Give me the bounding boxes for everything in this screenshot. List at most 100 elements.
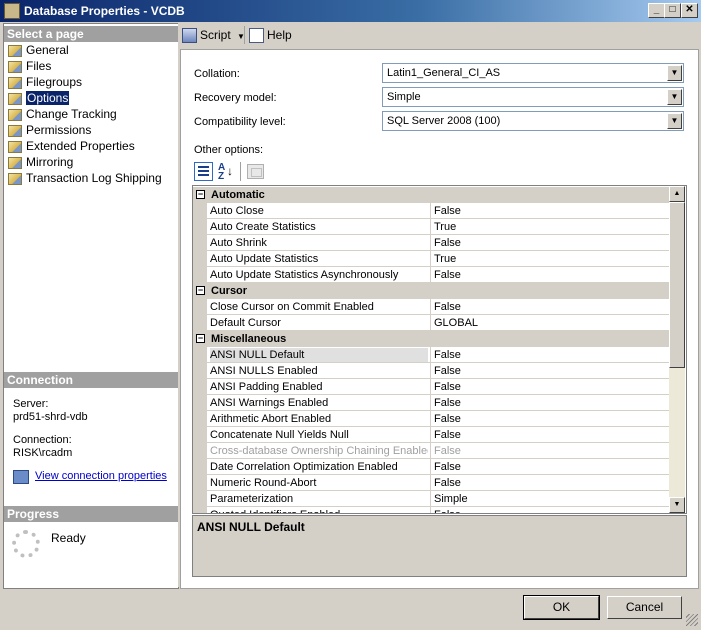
property-value[interactable]: True [434,252,456,266]
property-row[interactable]: Auto Update Statistics True [193,251,669,267]
page-item-options[interactable]: Options [8,90,70,106]
chevron-down-icon[interactable]: ▼ [667,65,682,81]
page-item-mirroring[interactable]: Mirroring [8,154,73,170]
close-button[interactable]: ✕ [681,3,698,18]
collapse-icon[interactable]: − [196,286,205,295]
page-item-label: Permissions [26,123,92,137]
chevron-down-icon[interactable]: ▼ [667,89,682,105]
connection-header: Connection [4,372,178,388]
property-value[interactable]: False [434,396,461,410]
categorized-icon [198,166,209,177]
window-title: Database Properties - VCDB [24,4,185,18]
page-item-label: General [26,43,69,57]
property-value[interactable]: False [434,460,461,474]
progress-spinner-icon [12,530,40,558]
property-row[interactable]: ANSI NULL Default False [193,347,669,363]
property-value[interactable]: False [434,236,461,250]
property-value[interactable]: False [434,508,461,513]
property-row[interactable]: Auto Close False [193,203,669,219]
property-row[interactable]: Cross-database Ownership Chaining Enable… [193,443,669,459]
page-item-filegroups[interactable]: Filegroups [8,74,82,90]
property-row[interactable]: Numeric Round-Abort False [193,475,669,491]
view-connection-properties-link[interactable]: View connection properties [35,470,167,483]
scroll-up-icon[interactable]: ▲ [669,186,685,202]
column-divider [430,203,431,219]
collation-value: Latin1_General_CI_AS [387,67,501,79]
property-value[interactable]: False [434,380,461,394]
page-icon [8,44,22,57]
category-automatic[interactable]: − Automatic [193,187,669,203]
connection-value: RISK\rcadm [13,447,73,459]
script-button[interactable]: Script ▼ [182,28,245,44]
row-gutter [193,507,207,513]
property-value[interactable]: False [434,300,461,314]
property-name: Date Correlation Optimization Enabled [210,461,398,473]
property-row[interactable]: Auto Create Statistics True [193,219,669,235]
select-page-header: Select a page [4,26,178,42]
property-row[interactable]: ANSI Padding Enabled False [193,379,669,395]
property-value[interactable]: False [434,204,461,218]
recovery-model-select[interactable]: Simple ▼ [382,87,684,107]
property-row[interactable]: Auto Update Statistics Asynchronously Fal… [193,267,669,283]
compatibility-level-value: SQL Server 2008 (100) [387,115,501,127]
property-value[interactable]: GLOBAL [434,316,478,330]
toolbar-separator [244,26,245,44]
property-row[interactable]: Auto Shrink False [193,235,669,251]
resize-grip-icon[interactable] [686,614,698,626]
page-icon [8,140,22,153]
collapse-icon[interactable]: − [196,190,205,199]
category-cursor[interactable]: − Cursor [193,283,669,299]
category-name: Automatic [211,189,265,201]
property-name: ANSI NULL Default [210,348,428,362]
column-divider [430,267,431,283]
ok-button[interactable]: OK [523,595,600,620]
collation-select[interactable]: Latin1_General_CI_AS ▼ [382,63,684,83]
categorized-view-button[interactable] [194,162,213,181]
property-row[interactable]: Close Cursor on Commit Enabled False [193,299,669,315]
property-row[interactable]: Quoted Identifiers Enabled False [193,507,669,513]
property-row[interactable]: Parameterization Simple [193,491,669,507]
scroll-thumb[interactable] [669,202,685,368]
property-value[interactable]: False [434,364,461,378]
property-name: Auto Update Statistics [210,253,319,265]
property-row[interactable]: Arithmetic Abort Enabled False [193,411,669,427]
property-row[interactable]: Concatenate Null Yields Null False [193,427,669,443]
property-row[interactable]: ANSI Warnings Enabled False [193,395,669,411]
property-value[interactable]: False [434,476,461,490]
property-value[interactable]: True [434,220,456,234]
compatibility-level-select[interactable]: SQL Server 2008 (100) ▼ [382,111,684,131]
property-value[interactable]: False [434,428,461,442]
page-item-extended-properties[interactable]: Extended Properties [8,138,135,154]
help-button[interactable]: Help [249,28,292,44]
property-value[interactable]: False [434,348,461,362]
alphabetical-sort-button[interactable]: AZ ↓ [216,162,235,182]
property-value[interactable]: False [434,444,461,458]
page-item-change-tracking[interactable]: Change Tracking [8,106,117,122]
property-value[interactable]: False [434,268,461,282]
property-row[interactable]: Date Correlation Optimization Enabled Fal… [193,459,669,475]
cancel-button[interactable]: Cancel [607,596,682,619]
property-row[interactable]: Default Cursor GLOBAL [193,315,669,331]
category-miscellaneous[interactable]: − Miscellaneous [193,331,669,347]
property-name: Parameterization [210,493,294,505]
minimize-button[interactable]: _ [648,3,665,18]
collapse-icon[interactable]: − [196,334,205,343]
page-icon [8,156,22,169]
maximize-button[interactable]: □ [664,3,681,18]
page-item-transaction-log-shipping[interactable]: Transaction Log Shipping [8,170,162,186]
row-gutter [193,427,207,443]
property-value[interactable]: False [434,412,461,426]
row-gutter [193,395,207,411]
chevron-down-icon[interactable]: ▼ [667,113,682,129]
page-item-general[interactable]: General [8,42,69,58]
column-divider [430,315,431,331]
column-divider [430,395,431,411]
property-pages-button[interactable] [247,164,264,179]
property-row[interactable]: ANSI NULLS Enabled False [193,363,669,379]
scroll-down-icon[interactable]: ▼ [669,497,685,513]
page-item-permissions[interactable]: Permissions [8,122,91,138]
page-item-files[interactable]: Files [8,58,51,74]
property-value[interactable]: Simple [434,492,468,506]
column-divider [430,459,431,475]
grid-scrollbar[interactable]: ▲ ▼ [669,186,685,513]
